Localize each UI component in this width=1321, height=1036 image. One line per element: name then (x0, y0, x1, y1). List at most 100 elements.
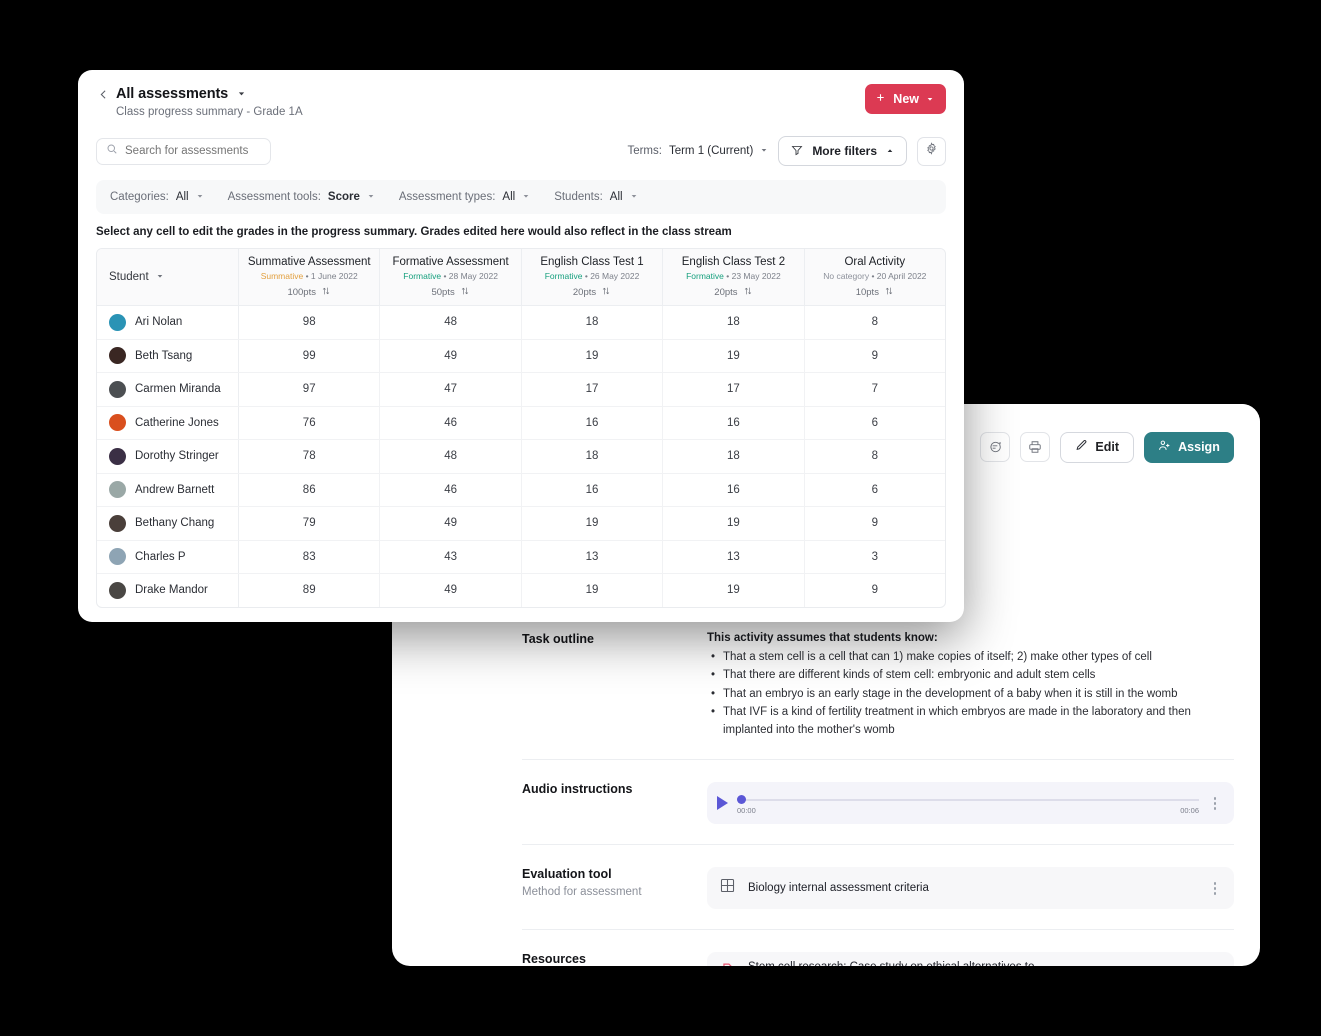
grade-cell[interactable]: 49 (380, 507, 521, 540)
grade-cell[interactable]: 8 (805, 440, 945, 473)
edit-button[interactable]: Edit (1060, 432, 1134, 463)
chevron-down-icon[interactable] (237, 85, 246, 103)
settings-button[interactable] (917, 137, 946, 166)
grade-cell[interactable]: 86 (239, 474, 380, 507)
grade-cell[interactable]: 6 (805, 474, 945, 507)
grade-cell[interactable]: 13 (522, 541, 663, 574)
grade-cell[interactable]: 79 (239, 507, 380, 540)
table-row[interactable]: Bethany Chang794919199 (97, 507, 945, 541)
more-vertical-icon[interactable] (1208, 882, 1222, 895)
grade-cell[interactable]: 19 (663, 507, 804, 540)
sort-updown-icon[interactable] (884, 286, 894, 299)
table-row[interactable]: Dorothy Stringer784818188 (97, 440, 945, 474)
back-button[interactable] (90, 84, 116, 110)
assessment-column-header[interactable]: English Class Test 1Formative • 26 May 2… (522, 249, 663, 305)
student-cell[interactable]: Catherine Jones (97, 407, 239, 440)
column-points-row[interactable]: 10pts (805, 286, 945, 305)
grade-cell[interactable]: 47 (380, 373, 521, 406)
student-cell[interactable]: Beth Tsang (97, 340, 239, 373)
grade-cell[interactable]: 46 (380, 474, 521, 507)
filter-chip-assessment-tools[interactable]: Assessment tools:Score (228, 191, 375, 203)
sort-updown-icon[interactable] (460, 286, 470, 299)
grade-cell[interactable]: 19 (522, 574, 663, 607)
grade-cell[interactable]: 16 (663, 474, 804, 507)
grade-cell[interactable]: 18 (663, 306, 804, 339)
play-icon[interactable] (717, 796, 728, 810)
page-title-row[interactable]: All assessments (116, 85, 865, 103)
more-vertical-icon[interactable] (1208, 797, 1222, 810)
student-cell[interactable]: Bethany Chang (97, 507, 239, 540)
audio-scrubber-handle[interactable] (737, 795, 746, 804)
audio-track[interactable]: 00:0000:06 (737, 790, 1199, 816)
grade-cell[interactable]: 19 (522, 507, 663, 540)
grade-cell[interactable]: 17 (663, 373, 804, 406)
grade-cell[interactable]: 16 (663, 407, 804, 440)
grade-cell[interactable]: 43 (380, 541, 521, 574)
grade-cell[interactable]: 18 (522, 440, 663, 473)
student-cell[interactable]: Drake Mandor (97, 574, 239, 607)
grade-cell[interactable]: 7 (805, 373, 945, 406)
grade-cell[interactable]: 8 (805, 306, 945, 339)
assign-button[interactable]: Assign (1144, 432, 1234, 463)
search-input[interactable] (125, 145, 261, 157)
grade-cell[interactable]: 18 (522, 306, 663, 339)
resource-card[interactable]: Biology internal assessment criteria (707, 867, 1234, 909)
sort-updown-icon[interactable] (321, 286, 331, 299)
filter-chip-assessment-types[interactable]: Assessment types:All (399, 191, 530, 203)
column-points-row[interactable]: 20pts (522, 286, 662, 305)
grade-cell[interactable]: 46 (380, 407, 521, 440)
grade-cell[interactable]: 17 (522, 373, 663, 406)
table-row[interactable]: Drake Mandor894919199 (97, 574, 945, 607)
grade-cell[interactable]: 48 (380, 440, 521, 473)
assessment-column-header[interactable]: Formative AssessmentFormative • 28 May 2… (380, 249, 521, 305)
filter-chip-categories[interactable]: Categories:All (110, 191, 204, 203)
more-filters-button[interactable]: More filters (778, 136, 907, 166)
student-cell[interactable]: Charles P (97, 541, 239, 574)
grade-cell[interactable]: 9 (805, 574, 945, 607)
terms-selector[interactable]: Terms: Term 1 (Current) (627, 145, 768, 157)
student-cell[interactable]: Dorothy Stringer (97, 440, 239, 473)
student-column-header[interactable]: Student (97, 249, 239, 305)
grade-cell[interactable]: 16 (522, 474, 663, 507)
student-cell[interactable]: Andrew Barnett (97, 474, 239, 507)
grade-cell[interactable]: 3 (805, 541, 945, 574)
grade-cell[interactable]: 83 (239, 541, 380, 574)
grade-cell[interactable]: 6 (805, 407, 945, 440)
grade-cell[interactable]: 9 (805, 507, 945, 540)
grade-cell[interactable]: 78 (239, 440, 380, 473)
audio-player[interactable]: 00:0000:06 (707, 782, 1234, 824)
resource-card[interactable]: Stem cell research: Case study on ethica… (707, 952, 1234, 966)
grade-cell[interactable]: 16 (522, 407, 663, 440)
print-icon-button[interactable] (1020, 432, 1050, 462)
grade-cell[interactable]: 49 (380, 574, 521, 607)
student-cell[interactable]: Carmen Miranda (97, 373, 239, 406)
grade-cell[interactable]: 19 (663, 340, 804, 373)
grade-cell[interactable]: 13 (663, 541, 804, 574)
column-points-row[interactable]: 100pts (239, 286, 379, 305)
filter-chip-students[interactable]: Students:All (554, 191, 637, 203)
table-row[interactable]: Ari Nolan984818188 (97, 306, 945, 340)
table-row[interactable]: Carmen Miranda974717177 (97, 373, 945, 407)
sort-updown-icon[interactable] (601, 286, 611, 299)
column-points-row[interactable]: 50pts (380, 286, 520, 305)
sort-updown-icon[interactable] (743, 286, 753, 299)
grade-cell[interactable]: 9 (805, 340, 945, 373)
assessment-column-header[interactable]: Oral ActivityNo category • 20 April 2022… (805, 249, 945, 305)
table-row[interactable]: Beth Tsang994919199 (97, 340, 945, 374)
column-points-row[interactable]: 20pts (663, 286, 803, 305)
grade-cell[interactable]: 49 (380, 340, 521, 373)
assessment-column-header[interactable]: Summative AssessmentSummative • 1 June 2… (239, 249, 380, 305)
table-row[interactable]: Andrew Barnett864616166 (97, 474, 945, 508)
grade-cell[interactable]: 89 (239, 574, 380, 607)
grade-cell[interactable]: 48 (380, 306, 521, 339)
search-box[interactable] (96, 138, 271, 165)
grade-cell[interactable]: 97 (239, 373, 380, 406)
grade-cell[interactable]: 99 (239, 340, 380, 373)
grade-cell[interactable]: 18 (663, 440, 804, 473)
table-row[interactable]: Catherine Jones764616166 (97, 407, 945, 441)
new-button[interactable]: New (865, 84, 946, 114)
grade-cell[interactable]: 19 (663, 574, 804, 607)
comment-icon-button[interactable] (980, 432, 1010, 462)
grade-cell[interactable]: 76 (239, 407, 380, 440)
table-row[interactable]: Charles P834313133 (97, 541, 945, 575)
